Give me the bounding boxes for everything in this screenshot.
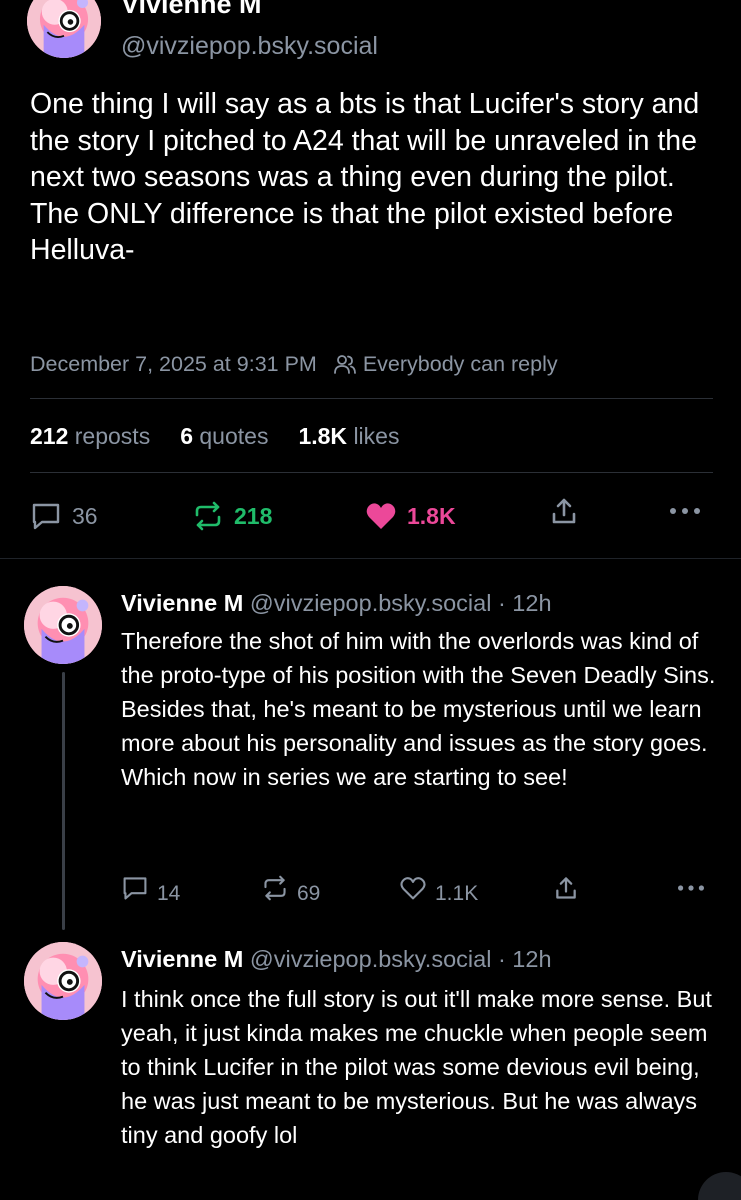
author-handle[interactable]: @vivziepop.bsky.social [121,30,378,62]
scroll-to-top-button[interactable] [698,1172,741,1200]
divider [30,472,713,473]
post-timestamp[interactable]: December 7, 2025 at 9:31 PM [30,349,317,379]
divider [30,398,713,399]
reply-header: Vivienne M @vivziepop.bsky.social · 12h [121,588,552,618]
avatar[interactable] [27,0,101,58]
reply-button[interactable]: 36 [30,496,98,536]
reply-setting[interactable]: Everybody can reply [363,349,558,379]
post-text: One thing I will say as a bts is that Lu… [30,88,700,266]
reply-header: Vivienne M @vivziepop.bsky.social · 12h [121,944,552,974]
post-meta: December 7, 2025 at 9:31 PM Everybody ca… [30,349,558,379]
share-upload-icon [553,875,579,912]
author-handle[interactable]: @vivziepop.bsky.social [250,946,492,972]
people-icon [333,353,357,375]
like-button[interactable]: 1.1K [399,875,478,912]
share-button[interactable] [553,875,579,912]
ellipsis-icon [668,496,702,526]
heart-icon [399,875,427,912]
author-name[interactable]: Vivienne M [121,590,243,616]
post-actions: 36 218 1.8K [30,496,710,536]
reply-text: I think once the full story is out it'll… [121,986,712,1148]
repost-arrows-icon [261,875,289,912]
reply-actions: 14 69 1.1K [121,875,716,909]
divider [0,558,741,559]
ellipsis-icon [676,875,706,912]
repost-button[interactable]: 218 [192,496,272,536]
author-name[interactable]: Vivienne M [121,0,262,20]
reply-text: Therefore the shot of him with the overl… [121,628,716,790]
post-age[interactable]: · 12h [498,946,552,972]
heart-icon [365,501,397,531]
likes-stat[interactable]: 1.8K likes [298,421,399,451]
post-age[interactable]: · 12h [498,590,552,616]
avatar[interactable] [24,942,102,1020]
like-button[interactable]: 1.8K [365,496,456,536]
avatar[interactable] [24,586,102,664]
reply-button[interactable]: 14 [121,875,180,912]
post-stats: 212 reposts 6 quotes 1.8K likes [30,421,429,451]
thread-line [62,672,65,930]
author-name[interactable]: Vivienne M [121,946,243,972]
repost-arrows-icon [192,501,224,531]
author-handle[interactable]: @vivziepop.bsky.social [250,590,492,616]
speech-bubble-icon [121,875,149,912]
speech-bubble-icon [30,501,62,531]
quotes-stat[interactable]: 6 quotes [180,421,268,451]
more-options-button[interactable] [676,875,706,912]
share-upload-icon [549,496,579,526]
main-post: Vivienne M @vivziepop.bsky.social One th… [0,0,741,558]
share-button[interactable] [549,496,579,526]
more-options-button[interactable] [668,496,702,526]
reposts-stat[interactable]: 212 reposts [30,421,150,451]
repost-button[interactable]: 69 [261,875,320,912]
